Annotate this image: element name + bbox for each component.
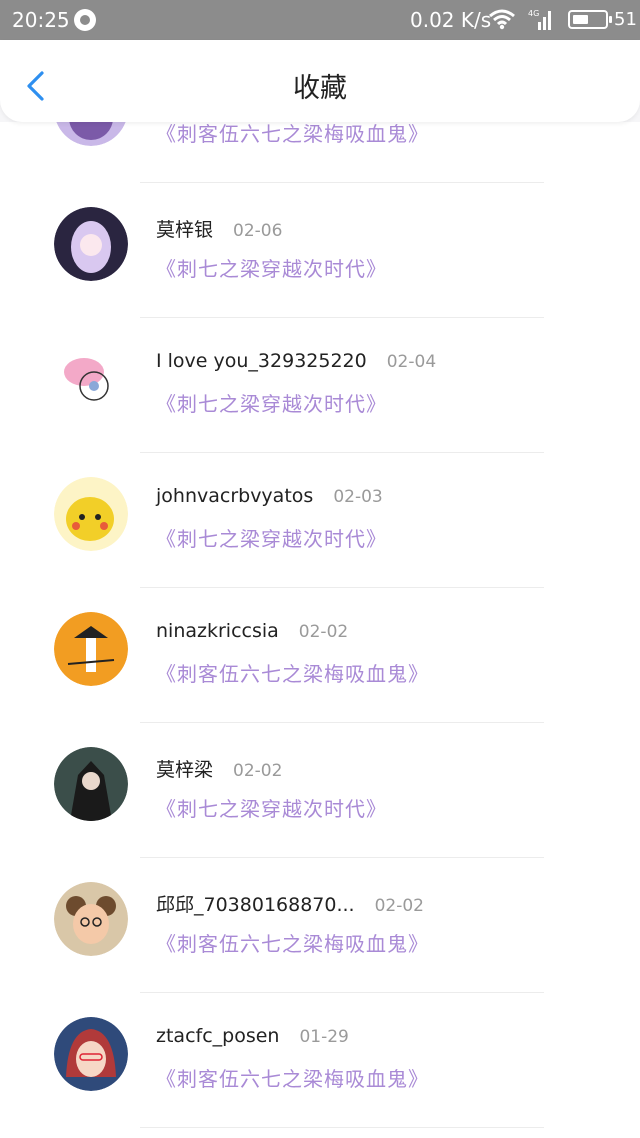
battery-percent: 51 (614, 9, 637, 30)
book-title[interactable]: 《刺客伍六七之梁梅吸血鬼》 (156, 658, 429, 687)
avatar[interactable] (54, 342, 128, 416)
cellular-signal-icon: 4G (528, 9, 551, 30)
list-item[interactable]: 《刺客伍六七之梁梅吸血鬼》 (0, 122, 640, 183)
favorite-date: 02-03 (333, 487, 383, 507)
avatar[interactable] (54, 882, 128, 956)
avatar[interactable] (54, 477, 128, 551)
list-item[interactable]: ninazkriccsia 02-02 《刺客伍六七之梁梅吸血鬼》 (0, 588, 640, 723)
book-title[interactable]: 《刺七之梁穿越次时代》 (156, 388, 387, 417)
list-item[interactable]: johnvacrbvyatos 02-03 《刺七之梁穿越次时代》 (0, 453, 640, 588)
avatar[interactable] (54, 1017, 128, 1091)
wifi-icon (489, 9, 515, 30)
list-item[interactable]: I love you_329325220 02-04 《刺七之梁穿越次时代》 (0, 318, 640, 453)
favorite-date: 02-02 (298, 622, 349, 642)
book-title[interactable]: 《刺客伍六七之梁梅吸血鬼》 (156, 928, 429, 957)
user-name: I love you_329325220 02-04 (156, 350, 437, 372)
list-item[interactable]: 邱邱_70380168870... 02-02 《刺客伍六七之梁梅吸血鬼》 (0, 858, 640, 993)
book-title[interactable]: 《刺七之梁穿越次时代》 (156, 793, 387, 822)
avatar[interactable] (54, 612, 128, 686)
svg-text:4G: 4G (528, 9, 539, 18)
battery-icon (568, 10, 612, 29)
status-bar: 20:25 0.02 K/s 4G 51 (0, 0, 640, 40)
book-title[interactable]: 《刺七之梁穿越次时代》 (156, 523, 387, 552)
favorite-date: 01-29 (299, 1027, 349, 1047)
list-item[interactable]: 莫梓银 02-06 《刺七之梁穿越次时代》 (0, 183, 640, 318)
avatar[interactable] (54, 747, 128, 821)
avatar[interactable] (54, 207, 128, 281)
divider (140, 1127, 544, 1128)
book-title[interactable]: 《刺客伍六七之梁梅吸血鬼》 (156, 122, 429, 147)
list-item[interactable]: ztacfc_posen 01-29 《刺客伍六七之梁梅吸血鬼》 (0, 993, 640, 1128)
user-name: 邱邱_70380168870... 02-02 (156, 894, 424, 916)
favorite-date: 02-02 (233, 761, 283, 781)
user-name: 莫梓银 02-06 (156, 219, 283, 241)
network-speed: 0.02 K/s (410, 8, 492, 32)
book-title[interactable]: 《刺客伍六七之梁梅吸血鬼》 (156, 1063, 429, 1092)
favorite-date: 02-02 (374, 896, 424, 916)
user-name: johnvacrbvyatos 02-03 (156, 485, 383, 507)
favorite-date: 02-06 (233, 221, 283, 241)
status-time: 20:25 (12, 8, 70, 32)
notification-app-icon (74, 9, 96, 31)
list-item[interactable]: 莫梓梁 02-02 《刺七之梁穿越次时代》 (0, 723, 640, 858)
avatar[interactable] (54, 122, 128, 146)
favorite-date: 02-04 (386, 352, 437, 372)
page-title: 收藏 (293, 73, 347, 104)
user-name: ztacfc_posen 01-29 (156, 1025, 349, 1047)
user-name: ninazkriccsia 02-02 (156, 620, 349, 642)
user-name: 莫梓梁 02-02 (156, 759, 283, 781)
favorites-list[interactable]: 《刺客伍六七之梁梅吸血鬼》 莫梓银 02-06 《刺七之梁穿越次时代》 I lov… (0, 122, 640, 1138)
book-title[interactable]: 《刺七之梁穿越次时代》 (156, 253, 387, 282)
top-nav-bar: 收藏 (0, 40, 640, 122)
